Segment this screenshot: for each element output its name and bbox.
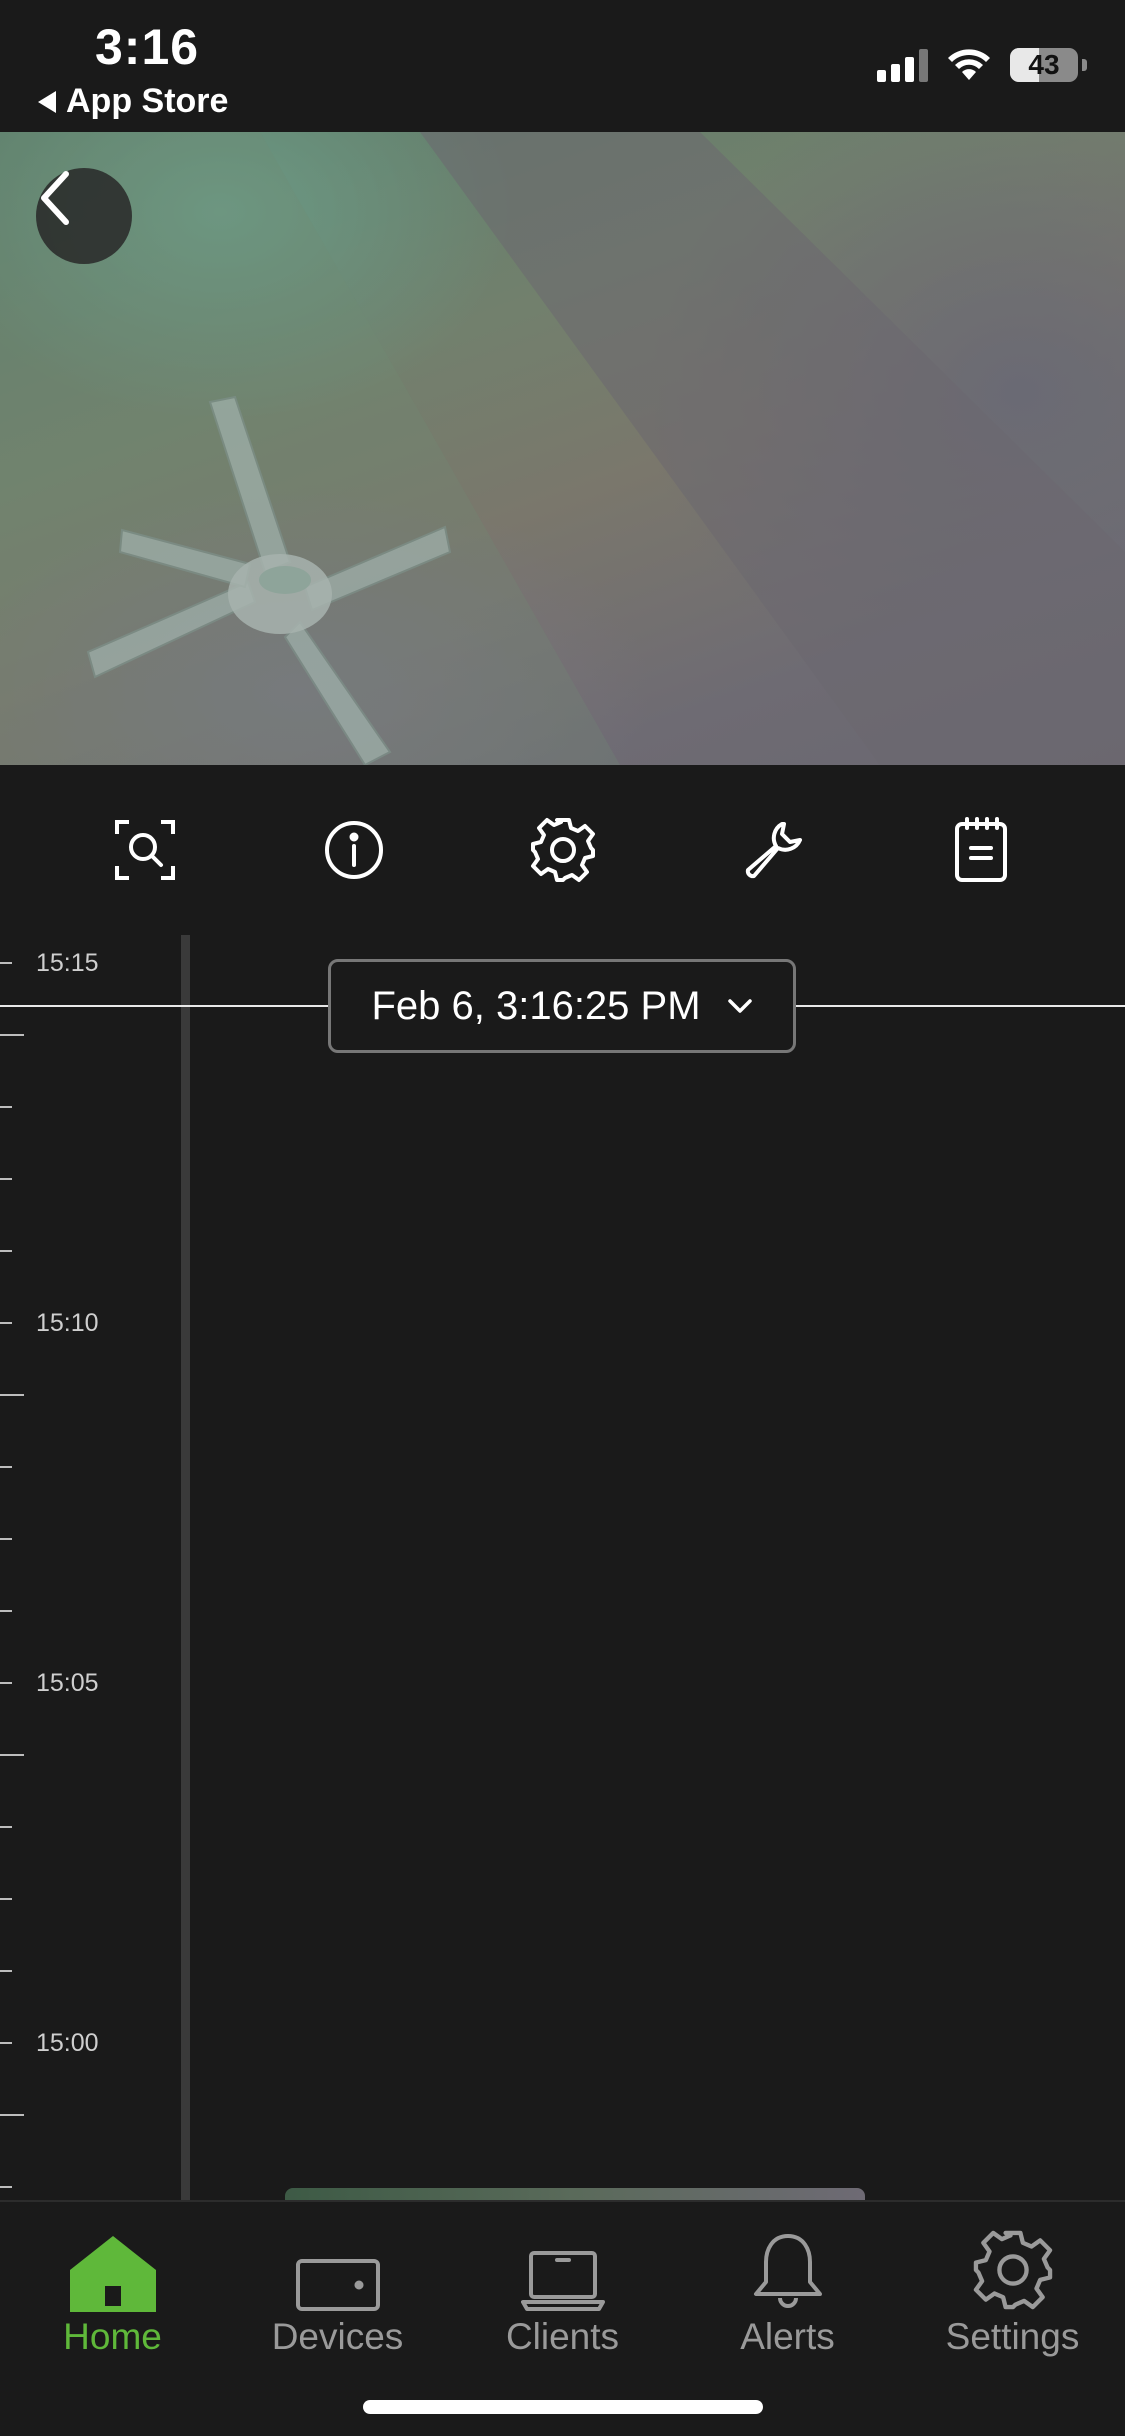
zoom-button[interactable] [105, 810, 185, 890]
tab-bar: Home Devices Clients Alerts Settings [0, 2200, 1125, 2436]
wrench-icon [745, 822, 802, 879]
gear-icon [973, 2230, 1052, 2310]
battery-level: 43 [1028, 49, 1060, 80]
battery-tip [1082, 59, 1087, 71]
tab-settings-label: Settings [945, 2316, 1080, 2357]
timeline-tick [0, 1826, 12, 1828]
tick-label-1515: 15:15 [36, 949, 99, 977]
battery-icon: 43 [1010, 48, 1078, 82]
timeline-tick [0, 962, 12, 964]
tab-alerts[interactable]: Alerts [678, 2222, 898, 2358]
tab-devices-label: Devices [271, 2316, 404, 2357]
tab-alerts-label: Alerts [740, 2316, 835, 2357]
ceiling-fan-image [0, 132, 1125, 765]
timeline-tick [0, 1970, 12, 1972]
timeline-tick [0, 1250, 12, 1252]
timeline-tick [0, 1898, 12, 1900]
tick-label-1510: 15:10 [36, 1309, 99, 1337]
camera-toolbar [0, 765, 1125, 935]
selected-time-text: Feb 6, 3:16:25 PM [371, 983, 701, 1028]
clip-thumbnail[interactable] [285, 2188, 865, 2200]
tools-button[interactable] [732, 810, 812, 890]
bell-icon [753, 2234, 822, 2308]
timeline-tick [0, 1538, 12, 1540]
timeline-tick [0, 2042, 12, 2044]
tick-label-1500: 15:00 [36, 2029, 99, 2057]
tab-home[interactable]: Home [3, 2222, 223, 2358]
chevron-down-icon [727, 999, 752, 1013]
status-time: 3:16 [95, 19, 200, 75]
home-indicator [363, 2400, 763, 2414]
tab-home-label: Home [63, 2316, 162, 2357]
status-icons: 43 [877, 48, 1087, 82]
timeline-tick [0, 1178, 12, 1180]
notes-button[interactable] [941, 810, 1021, 890]
notepad-icon [954, 817, 1007, 882]
device-icon [295, 2259, 380, 2311]
back-button[interactable] [36, 168, 132, 264]
tab-clients[interactable]: Clients [453, 2222, 673, 2358]
tab-devices[interactable]: Devices [228, 2222, 448, 2358]
cellular-signal-icon [877, 48, 928, 82]
timeline-tick [0, 1466, 12, 1468]
recording-timeline[interactable]: 15:00 15:05 15:10 15:15 Feb 6, 3:16:25 P… [0, 935, 1125, 2200]
tab-settings[interactable]: Settings [903, 2222, 1123, 2358]
timeline-tick [0, 1754, 24, 1756]
info-icon [324, 821, 383, 879]
timeline-tick [0, 1034, 24, 1036]
tab-clients-label: Clients [505, 2316, 620, 2357]
camera-live-view[interactable] [0, 132, 1125, 765]
info-button[interactable] [314, 810, 394, 890]
timeline-tick [0, 1610, 12, 1612]
recording-track [181, 935, 190, 2200]
zoom-icon [114, 820, 175, 880]
timeline-tick [0, 1322, 12, 1324]
tick-label-1505: 15:05 [36, 1669, 99, 1697]
back-to-app-store[interactable]: App Store [38, 82, 228, 121]
status-bar: 3:16 App Store 43 [0, 0, 1125, 132]
timeline-tick [0, 1106, 12, 1108]
wifi-icon [948, 49, 990, 80]
timeline-tick [0, 1682, 12, 1684]
date-time-picker[interactable]: Feb 6, 3:16:25 PM [328, 959, 796, 1053]
back-triangle-icon [38, 90, 56, 113]
gear-icon [530, 818, 595, 882]
camera-settings-button[interactable] [523, 810, 603, 890]
timeline-tick [0, 2186, 12, 2188]
timeline-tick [0, 2114, 24, 2116]
laptop-icon [520, 2251, 605, 2311]
chevron-left-icon [41, 171, 69, 225]
timeline-tick [0, 1394, 24, 1396]
home-icon [69, 2236, 156, 2312]
back-app-label: App Store [66, 82, 229, 120]
